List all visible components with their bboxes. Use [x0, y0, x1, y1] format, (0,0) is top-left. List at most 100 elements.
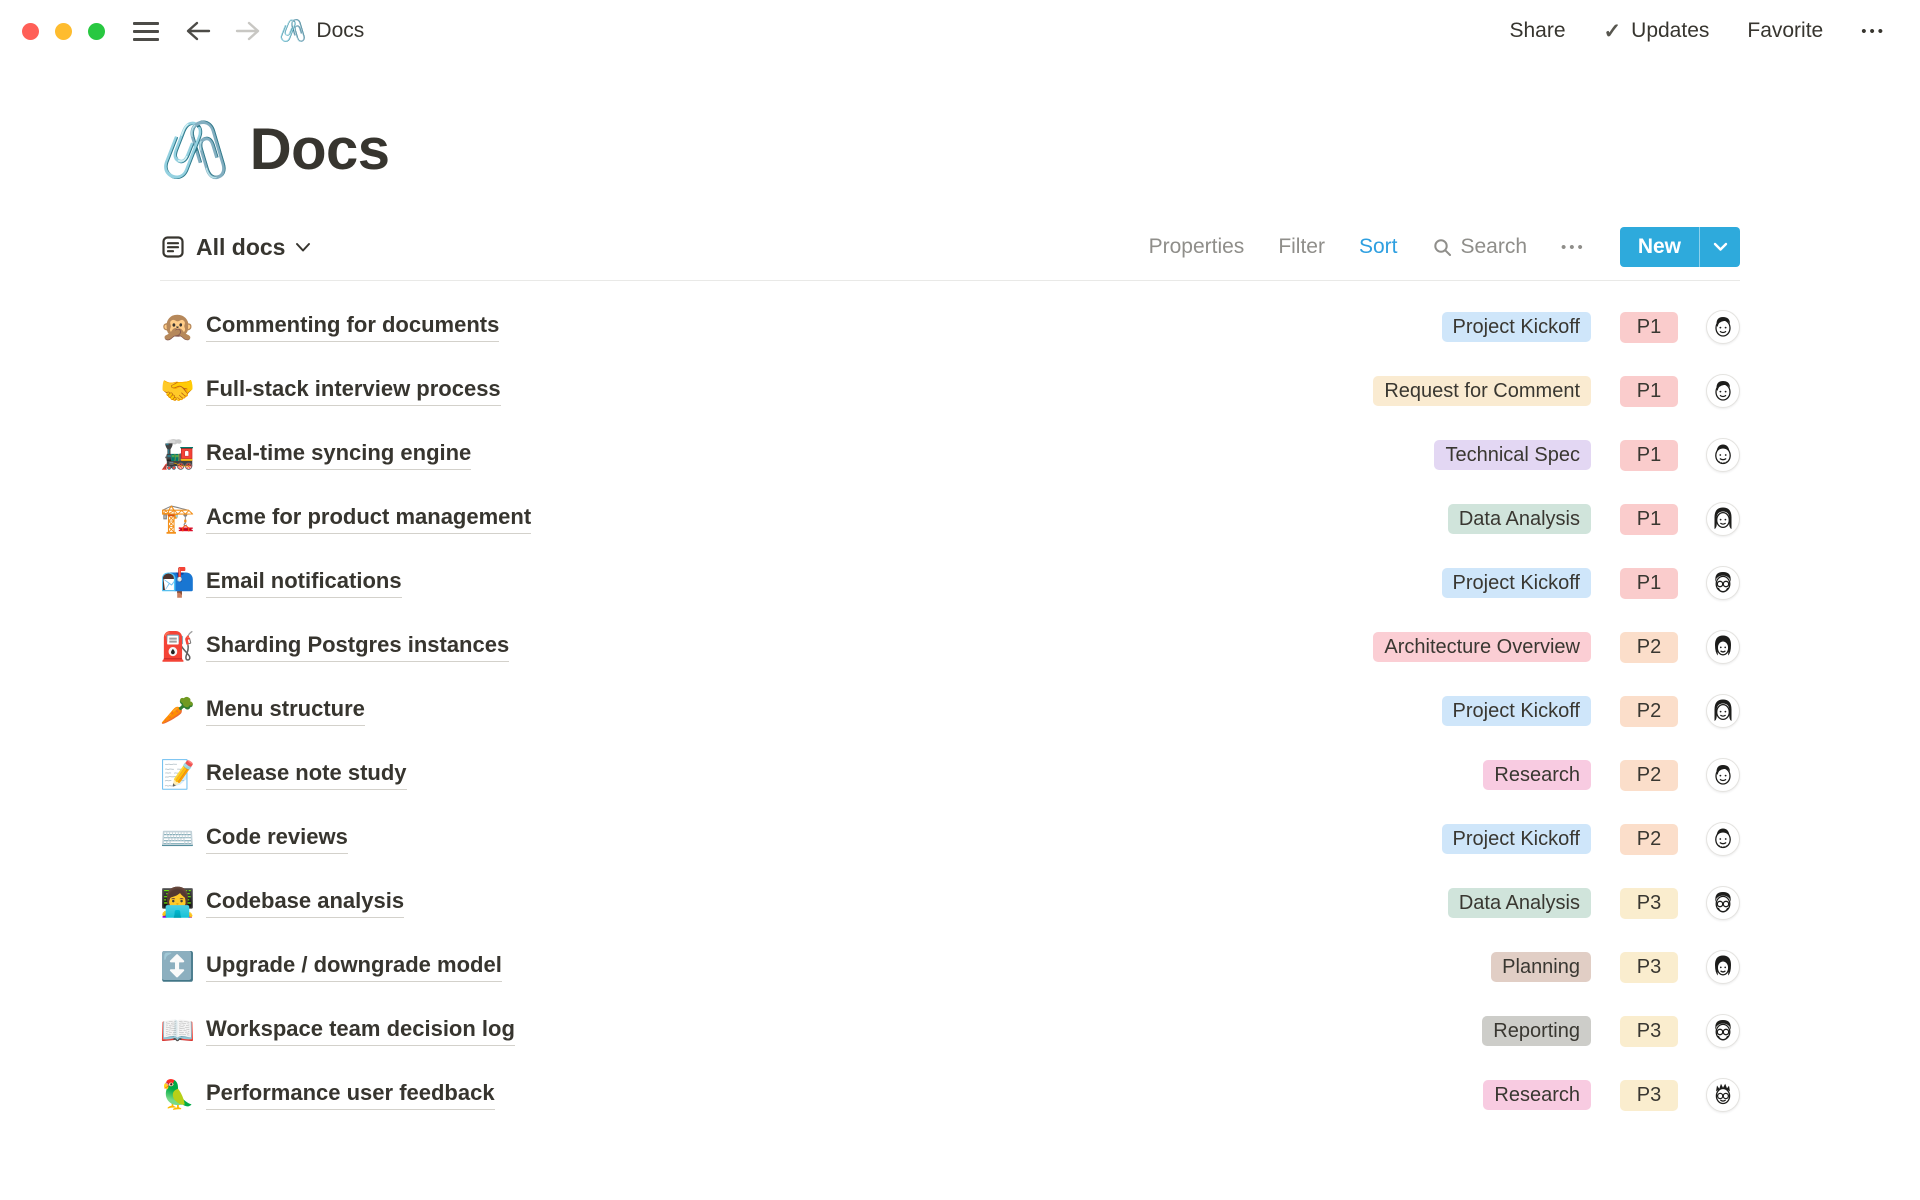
- new-button-label[interactable]: New: [1620, 227, 1699, 267]
- window-chrome: 🖇️ Docs Share ✓ Updates Favorite •••: [0, 0, 1920, 62]
- view-more-options-icon[interactable]: •••: [1561, 239, 1586, 256]
- table-row[interactable]: 🚂 Real-time syncing engine Technical Spe…: [160, 423, 1740, 487]
- doc-emoji-icon: 🚂: [160, 441, 206, 469]
- updates-button[interactable]: ✓ Updates: [1604, 19, 1710, 44]
- doc-title[interactable]: Codebase analysis: [206, 888, 404, 918]
- doc-emoji-icon: 🙊: [160, 313, 206, 341]
- doc-title[interactable]: Release note study: [206, 760, 407, 790]
- doc-title[interactable]: Workspace team decision log: [206, 1016, 515, 1046]
- priority-pill[interactable]: P3: [1620, 888, 1678, 919]
- priority-pill[interactable]: P2: [1620, 824, 1678, 855]
- filter-button[interactable]: Filter: [1278, 235, 1325, 259]
- tag-pill[interactable]: Architecture Overview: [1373, 632, 1591, 662]
- priority-pill[interactable]: P1: [1620, 312, 1678, 343]
- priority-pill[interactable]: P1: [1620, 440, 1678, 471]
- priority-pill[interactable]: P3: [1620, 1016, 1678, 1047]
- tag-pill[interactable]: Reporting: [1482, 1016, 1591, 1046]
- priority-pill[interactable]: P3: [1620, 952, 1678, 983]
- back-icon[interactable]: [183, 16, 213, 46]
- doc-title[interactable]: Email notifications: [206, 568, 402, 598]
- avatar[interactable]: [1706, 310, 1740, 344]
- table-row[interactable]: 🤝 Full-stack interview process Request f…: [160, 359, 1740, 423]
- page-paperclip-icon[interactable]: 🖇️: [160, 122, 230, 178]
- tag-pill[interactable]: Project Kickoff: [1442, 312, 1591, 342]
- avatar[interactable]: [1706, 566, 1740, 600]
- new-dropdown-icon[interactable]: [1700, 227, 1740, 267]
- avatar[interactable]: [1706, 438, 1740, 472]
- doc-emoji-icon: 📖: [160, 1017, 206, 1045]
- table-row[interactable]: 🏗️ Acme for product management Data Anal…: [160, 487, 1740, 551]
- doc-emoji-icon: 🏗️: [160, 505, 206, 533]
- doc-title[interactable]: Real-time syncing engine: [206, 440, 471, 470]
- sort-button[interactable]: Sort: [1359, 235, 1398, 259]
- doc-title[interactable]: Sharding Postgres instances: [206, 632, 509, 662]
- doc-emoji-icon: 🥕: [160, 697, 206, 725]
- doc-title[interactable]: Full-stack interview process: [206, 376, 501, 406]
- avatar[interactable]: [1706, 630, 1740, 664]
- search-icon: [1432, 237, 1453, 258]
- forward-icon[interactable]: [233, 16, 263, 46]
- page-header: 🖇️ Docs: [160, 116, 1740, 183]
- tag-pill[interactable]: Planning: [1491, 952, 1591, 982]
- tag-pill[interactable]: Data Analysis: [1448, 888, 1591, 918]
- doc-title[interactable]: Upgrade / downgrade model: [206, 952, 502, 982]
- table-row[interactable]: 🦜 Performance user feedback Research P3: [160, 1063, 1740, 1127]
- doc-emoji-icon: 📬: [160, 569, 206, 597]
- avatar[interactable]: [1706, 502, 1740, 536]
- breadcrumb[interactable]: 🖇️ Docs: [279, 19, 364, 43]
- table-row[interactable]: ⌨️ Code reviews Project Kickoff P2: [160, 807, 1740, 871]
- close-window-button[interactable]: [22, 23, 39, 40]
- table-row[interactable]: 👩‍💻 Codebase analysis Data Analysis P3: [160, 871, 1740, 935]
- breadcrumb-title: Docs: [316, 19, 364, 43]
- avatar[interactable]: [1706, 694, 1740, 728]
- table-row[interactable]: ⛽ Sharding Postgres instances Architectu…: [160, 615, 1740, 679]
- priority-pill[interactable]: P1: [1620, 568, 1678, 599]
- doc-title[interactable]: Menu structure: [206, 696, 365, 726]
- share-button[interactable]: Share: [1510, 19, 1566, 43]
- table-row[interactable]: 📝 Release note study Research P2: [160, 743, 1740, 807]
- avatar[interactable]: [1706, 1078, 1740, 1112]
- favorite-button[interactable]: Favorite: [1747, 19, 1823, 43]
- priority-pill[interactable]: P1: [1620, 376, 1678, 407]
- search-button[interactable]: Search: [1432, 235, 1528, 259]
- avatar[interactable]: [1706, 1014, 1740, 1048]
- doc-title[interactable]: Acme for product management: [206, 504, 531, 534]
- tag-pill[interactable]: Research: [1483, 1080, 1591, 1110]
- page-title[interactable]: Docs: [250, 116, 390, 183]
- priority-pill[interactable]: P2: [1620, 760, 1678, 791]
- doc-title[interactable]: Performance user feedback: [206, 1080, 495, 1110]
- sidebar-menu-icon[interactable]: [129, 18, 163, 45]
- avatar[interactable]: [1706, 758, 1740, 792]
- tag-pill[interactable]: Project Kickoff: [1442, 696, 1591, 726]
- tag-pill[interactable]: Data Analysis: [1448, 504, 1591, 534]
- priority-pill[interactable]: P2: [1620, 632, 1678, 663]
- view-label: All docs: [196, 234, 285, 261]
- more-options-icon[interactable]: •••: [1861, 23, 1886, 40]
- priority-pill[interactable]: P3: [1620, 1080, 1678, 1111]
- priority-pill[interactable]: P2: [1620, 696, 1678, 727]
- table-row[interactable]: 📬 Email notifications Project Kickoff P1: [160, 551, 1740, 615]
- priority-pill[interactable]: P1: [1620, 504, 1678, 535]
- doc-title[interactable]: Commenting for documents: [206, 312, 499, 342]
- avatar[interactable]: [1706, 374, 1740, 408]
- zoom-window-button[interactable]: [88, 23, 105, 40]
- tag-pill[interactable]: Technical Spec: [1434, 440, 1591, 470]
- table-row[interactable]: 📖 Workspace team decision log Reporting …: [160, 999, 1740, 1063]
- tag-pill[interactable]: Request for Comment: [1373, 376, 1591, 406]
- table-row[interactable]: 🥕 Menu structure Project Kickoff P2: [160, 679, 1740, 743]
- traffic-lights: [22, 23, 105, 40]
- minimize-window-button[interactable]: [55, 23, 72, 40]
- properties-button[interactable]: Properties: [1149, 235, 1245, 259]
- tag-pill[interactable]: Project Kickoff: [1442, 824, 1591, 854]
- avatar[interactable]: [1706, 886, 1740, 920]
- doc-emoji-icon: 👩‍💻: [160, 889, 206, 917]
- tag-pill[interactable]: Project Kickoff: [1442, 568, 1591, 598]
- avatar[interactable]: [1706, 950, 1740, 984]
- table-row[interactable]: ↕️ Upgrade / downgrade model Planning P3: [160, 935, 1740, 999]
- view-switcher[interactable]: All docs: [160, 234, 311, 261]
- avatar[interactable]: [1706, 822, 1740, 856]
- tag-pill[interactable]: Research: [1483, 760, 1591, 790]
- doc-title[interactable]: Code reviews: [206, 824, 348, 854]
- table-row[interactable]: 🙊 Commenting for documents Project Kicko…: [160, 295, 1740, 359]
- new-button[interactable]: New: [1620, 227, 1740, 267]
